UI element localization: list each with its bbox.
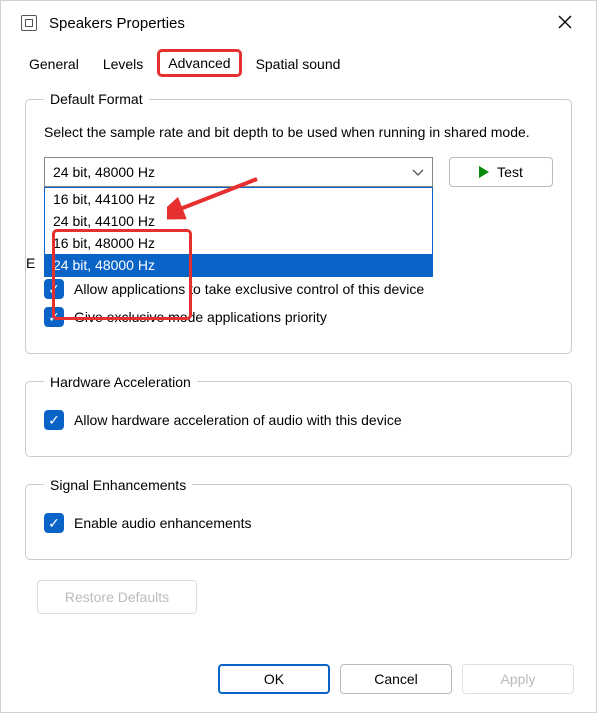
window-title: Speakers Properties xyxy=(49,15,536,32)
check-icon: ✓ xyxy=(48,516,60,530)
format-select[interactable]: 24 bit, 48000 Hz xyxy=(44,157,433,187)
group-signal-enhancements: Signal Enhancements ✓ Enable audio enhan… xyxy=(25,477,572,560)
test-button-label: Test xyxy=(497,164,523,180)
close-icon xyxy=(558,15,572,29)
close-button[interactable] xyxy=(548,7,582,40)
legend-default-format: Default Format xyxy=(44,91,149,107)
panel-advanced: Default Format Select the sample rate an… xyxy=(1,77,596,632)
check-icon: ✓ xyxy=(48,413,60,427)
format-option-0[interactable]: 16 bit, 44100 Hz xyxy=(45,188,432,210)
test-button[interactable]: Test xyxy=(449,157,553,187)
cancel-button[interactable]: Cancel xyxy=(340,664,452,694)
titlebar: Speakers Properties xyxy=(1,1,596,45)
legend-signal-enhancements: Signal Enhancements xyxy=(44,477,192,493)
checkbox-exclusive-control[interactable]: ✓ xyxy=(44,279,64,299)
format-select-value: 24 bit, 48000 Hz xyxy=(53,164,155,180)
group-hardware-acceleration: Hardware Acceleration ✓ Allow hardware a… xyxy=(25,374,572,457)
default-format-desc: Select the sample rate and bit depth to … xyxy=(44,123,553,143)
play-icon xyxy=(479,166,489,178)
label-hw-accel: Allow hardware acceleration of audio wit… xyxy=(74,412,402,428)
format-option-3[interactable]: 24 bit, 48000 Hz xyxy=(45,254,432,276)
tab-advanced[interactable]: Advanced xyxy=(157,49,241,77)
check-icon: ✓ xyxy=(48,310,60,324)
checkbox-exclusive-priority[interactable]: ✓ xyxy=(44,307,64,327)
ok-button[interactable]: OK xyxy=(218,664,330,694)
format-dropdown: 16 bit, 44100 Hz 24 bit, 44100 Hz 16 bit… xyxy=(44,187,433,277)
group-default-format: Default Format Select the sample rate an… xyxy=(25,91,572,354)
checkbox-signal-enhance[interactable]: ✓ xyxy=(44,513,64,533)
legend-hardware-acceleration: Hardware Acceleration xyxy=(44,374,197,390)
checkbox-hw-accel[interactable]: ✓ xyxy=(44,410,64,430)
tab-spatial-sound[interactable]: Spatial sound xyxy=(246,51,351,77)
tab-general[interactable]: General xyxy=(19,51,89,77)
format-option-2[interactable]: 16 bit, 48000 Hz xyxy=(45,232,432,254)
chevron-down-icon xyxy=(412,164,424,180)
tabs: General Levels Advanced Spatial sound xyxy=(1,45,596,77)
check-icon: ✓ xyxy=(48,282,60,296)
format-option-1[interactable]: 24 bit, 44100 Hz xyxy=(45,210,432,232)
restore-defaults-button[interactable]: Restore Defaults xyxy=(37,580,197,614)
apply-button: Apply xyxy=(462,664,574,694)
label-exclusive-control: Allow applications to take exclusive con… xyxy=(74,281,424,297)
label-exclusive-priority: Give exclusive mode applications priorit… xyxy=(74,309,327,325)
tab-levels[interactable]: Levels xyxy=(93,51,153,77)
speaker-icon xyxy=(21,15,37,31)
label-signal-enhance: Enable audio enhancements xyxy=(74,515,251,531)
properties-window: Speakers Properties General Levels Advan… xyxy=(0,0,597,713)
dialog-footer: OK Cancel Apply xyxy=(218,664,574,694)
